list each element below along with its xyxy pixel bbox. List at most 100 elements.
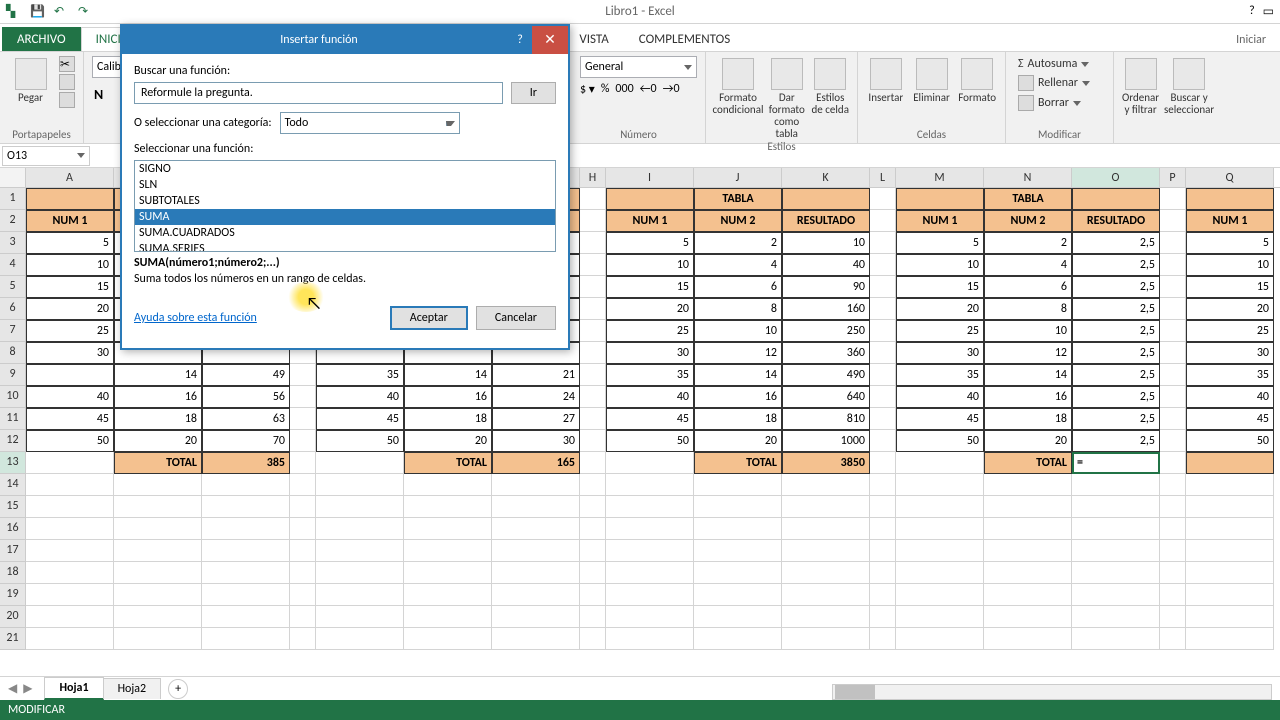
- cell[interactable]: 810: [782, 408, 870, 430]
- cell[interactable]: [1160, 562, 1186, 584]
- cell[interactable]: [492, 628, 580, 650]
- cell[interactable]: [782, 518, 870, 540]
- cell[interactable]: [114, 496, 202, 518]
- cell[interactable]: TABLA MULTIPLICACIÓN: [694, 188, 782, 210]
- cell[interactable]: NUM 1: [1186, 210, 1274, 232]
- cell[interactable]: [694, 474, 782, 496]
- cell[interactable]: 4: [694, 254, 782, 276]
- cell[interactable]: 20: [984, 430, 1072, 452]
- horizontal-scrollbar[interactable]: [832, 684, 1272, 700]
- row-header[interactable]: 2: [0, 210, 26, 232]
- cell[interactable]: [1186, 606, 1274, 628]
- cell[interactable]: [492, 496, 580, 518]
- cell[interactable]: 50: [26, 430, 114, 452]
- cell[interactable]: [984, 518, 1072, 540]
- cell[interactable]: [870, 320, 896, 342]
- cell[interactable]: 30: [492, 430, 580, 452]
- cell[interactable]: [870, 496, 896, 518]
- comma-icon[interactable]: 000: [615, 82, 633, 97]
- cell[interactable]: [606, 188, 694, 210]
- save-icon[interactable]: 💾: [30, 4, 46, 20]
- cell[interactable]: [1160, 518, 1186, 540]
- cell[interactable]: [606, 584, 694, 606]
- ok-button[interactable]: Aceptar: [390, 306, 468, 330]
- col-header-P[interactable]: P: [1160, 168, 1186, 187]
- row-header[interactable]: 6: [0, 298, 26, 320]
- cell[interactable]: 90: [782, 276, 870, 298]
- cell[interactable]: 40: [782, 254, 870, 276]
- cell[interactable]: [290, 408, 316, 430]
- cell[interactable]: [782, 540, 870, 562]
- cell[interactable]: [870, 606, 896, 628]
- cell[interactable]: [606, 452, 694, 474]
- cell[interactable]: [26, 188, 114, 210]
- cell[interactable]: [580, 298, 606, 320]
- cell[interactable]: [202, 606, 290, 628]
- cell[interactable]: [316, 518, 404, 540]
- cell[interactable]: [580, 364, 606, 386]
- cell[interactable]: [896, 474, 984, 496]
- fn-item[interactable]: SIGNO: [135, 161, 555, 177]
- cell[interactable]: [606, 496, 694, 518]
- cell[interactable]: [984, 562, 1072, 584]
- cell[interactable]: 16: [114, 386, 202, 408]
- cell[interactable]: 20: [1186, 298, 1274, 320]
- cell[interactable]: [404, 606, 492, 628]
- cell[interactable]: 160: [782, 298, 870, 320]
- row-header[interactable]: 13: [0, 452, 26, 474]
- cell[interactable]: [26, 606, 114, 628]
- cell[interactable]: 35: [316, 364, 404, 386]
- cell[interactable]: [404, 562, 492, 584]
- cell[interactable]: [114, 606, 202, 628]
- cell[interactable]: [1160, 188, 1186, 210]
- fn-item[interactable]: SUMA: [135, 209, 555, 225]
- cell[interactable]: [290, 518, 316, 540]
- cell[interactable]: 18: [404, 408, 492, 430]
- cell[interactable]: [404, 584, 492, 606]
- cell[interactable]: [492, 540, 580, 562]
- cell[interactable]: [896, 628, 984, 650]
- cell[interactable]: [316, 562, 404, 584]
- cell[interactable]: 20: [896, 298, 984, 320]
- cell[interactable]: [492, 518, 580, 540]
- cell[interactable]: [1186, 584, 1274, 606]
- cell[interactable]: [1072, 584, 1160, 606]
- cell[interactable]: [404, 628, 492, 650]
- cell[interactable]: 45: [316, 408, 404, 430]
- cell[interactable]: [896, 606, 984, 628]
- delete-cells-button[interactable]: Eliminar: [912, 56, 952, 128]
- row-header[interactable]: 17: [0, 540, 26, 562]
- cut-icon[interactable]: ✂: [59, 56, 75, 72]
- cell[interactable]: 30: [1186, 342, 1274, 364]
- cell[interactable]: [1160, 254, 1186, 276]
- cell[interactable]: [492, 584, 580, 606]
- cell[interactable]: 10: [896, 254, 984, 276]
- cell[interactable]: [984, 606, 1072, 628]
- cell[interactable]: 12: [694, 342, 782, 364]
- cell[interactable]: TOTAL: [114, 452, 202, 474]
- cell[interactable]: 10: [26, 254, 114, 276]
- cell[interactable]: [114, 562, 202, 584]
- name-box[interactable]: O13: [2, 146, 90, 166]
- undo-icon[interactable]: ↶: [54, 4, 70, 20]
- cell[interactable]: [782, 628, 870, 650]
- cell[interactable]: [316, 540, 404, 562]
- cell[interactable]: 15: [606, 276, 694, 298]
- cell[interactable]: 40: [896, 386, 984, 408]
- cell[interactable]: [316, 606, 404, 628]
- cell[interactable]: 25: [896, 320, 984, 342]
- cell[interactable]: [492, 606, 580, 628]
- format-table-button[interactable]: Dar formato como tabla: [768, 56, 806, 140]
- cell[interactable]: 14: [114, 364, 202, 386]
- cell[interactable]: [580, 276, 606, 298]
- fn-item[interactable]: SUMA.SERIES: [135, 241, 555, 252]
- row-header[interactable]: 8: [0, 342, 26, 364]
- cell[interactable]: [1186, 452, 1274, 474]
- number-format-select[interactable]: General: [580, 56, 697, 78]
- cell[interactable]: 2: [984, 232, 1072, 254]
- cell[interactable]: 2: [694, 232, 782, 254]
- cell[interactable]: [580, 430, 606, 452]
- row-header[interactable]: 16: [0, 518, 26, 540]
- cell[interactable]: [606, 628, 694, 650]
- cell[interactable]: [870, 364, 896, 386]
